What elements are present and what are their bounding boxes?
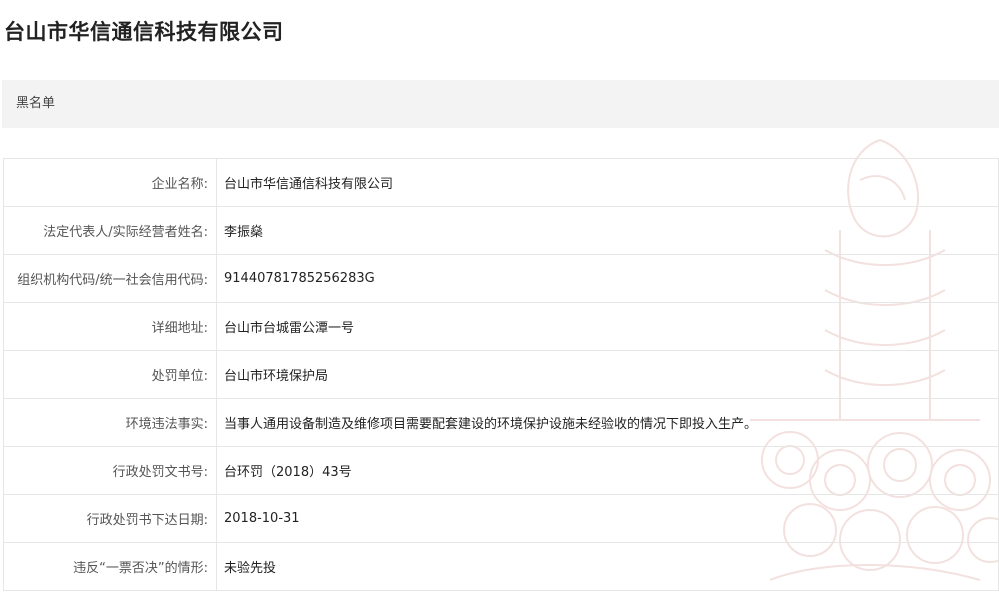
row-value: 台环罚（2018）43号 <box>216 446 999 495</box>
row-label: 环境违法事实: <box>3 398 217 447</box>
row-value: 台山市台城雷公潭一号 <box>216 302 999 351</box>
info-table: 企业名称: 台山市华信通信科技有限公司 法定代表人/实际经营者姓名: 李振燊 组… <box>3 158 999 591</box>
row-label: 组织机构代码/统一社会信用代码: <box>3 254 217 303</box>
row-label: 详细地址: <box>3 302 217 351</box>
table-row: 法定代表人/实际经营者姓名: 李振燊 <box>3 206 999 255</box>
row-label: 处罚单位: <box>3 350 217 399</box>
row-value: 未验先投 <box>216 542 999 591</box>
row-label: 行政处罚文书号: <box>3 446 217 495</box>
table-row: 处罚单位: 台山市环境保护局 <box>3 350 999 399</box>
section-label: 黑名单 <box>16 96 56 111</box>
table-row: 组织机构代码/统一社会信用代码: 91440781785256283G <box>3 254 999 303</box>
row-label: 违反“一票否决”的情形: <box>3 542 217 591</box>
table-row: 行政处罚文书号: 台环罚（2018）43号 <box>3 446 999 495</box>
row-value: 台山市环境保护局 <box>216 350 999 399</box>
row-value: 李振燊 <box>216 206 999 255</box>
table-row: 企业名称: 台山市华信通信科技有限公司 <box>3 158 999 207</box>
table-row: 详细地址: 台山市台城雷公潭一号 <box>3 302 999 351</box>
section-header: 黑名单 <box>2 80 999 128</box>
row-value: 台山市华信通信科技有限公司 <box>216 158 999 207</box>
row-value: 91440781785256283G <box>216 254 999 303</box>
table-row: 违反“一票否决”的情形: 未验先投 <box>3 542 999 591</box>
row-value: 2018-10-31 <box>216 494 999 543</box>
table-row: 环境违法事实: 当事人通用设备制造及维修项目需要配套建设的环境保护设施未经验收的… <box>3 398 999 447</box>
page: 台山市华信通信科技有限公司 黑名单 企业名称: 台山市华信通信科技有限公司 法定… <box>0 0 999 603</box>
page-title: 台山市华信通信科技有限公司 <box>4 20 284 44</box>
row-label: 法定代表人/实际经营者姓名: <box>3 206 217 255</box>
table-row: 行政处罚书下达日期: 2018-10-31 <box>3 494 999 543</box>
row-label: 行政处罚书下达日期: <box>3 494 217 543</box>
row-value: 当事人通用设备制造及维修项目需要配套建设的环境保护设施未经验收的情况下即投入生产… <box>216 398 999 447</box>
row-label: 企业名称: <box>3 158 217 207</box>
